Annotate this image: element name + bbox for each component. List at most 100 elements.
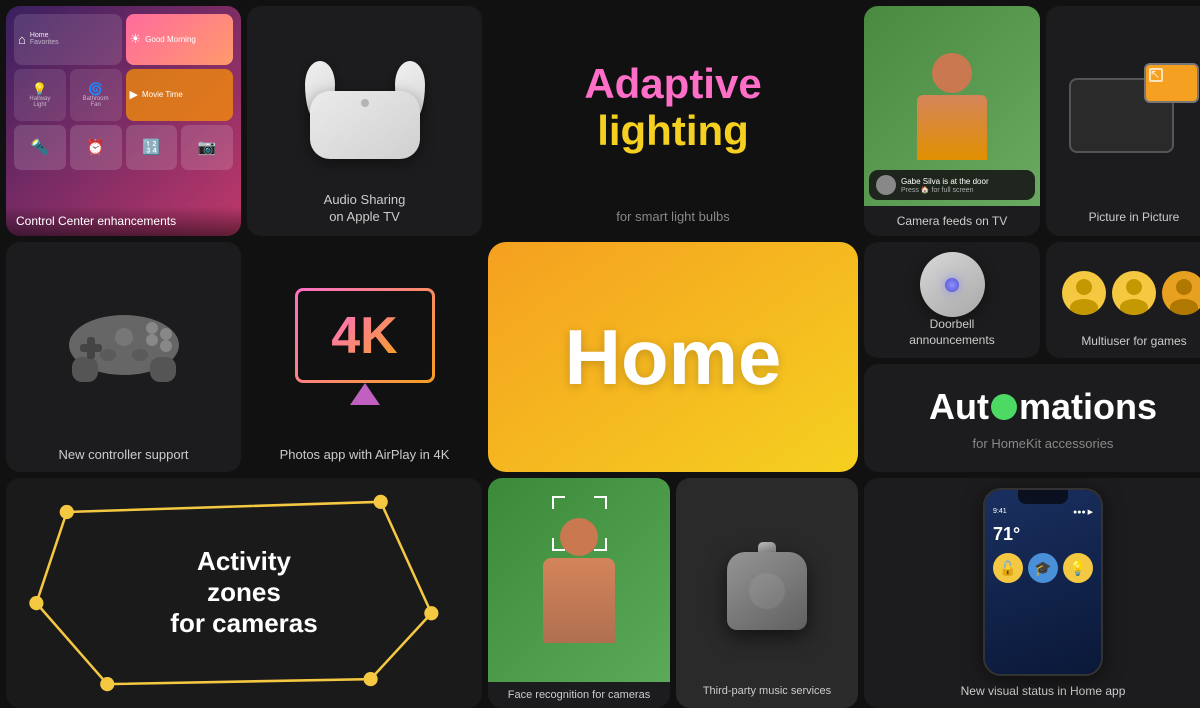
cc-bathroom: 🌀BathroomFan bbox=[70, 69, 122, 122]
pip-label: Picture in Picture bbox=[1089, 210, 1180, 224]
status-bar: 9:41 ●●● ▶ bbox=[993, 508, 1093, 516]
col3-row3: Face recognition for cameras Third-party… bbox=[488, 478, 858, 708]
home-control-icons: 🔓 🎓 💡 bbox=[993, 553, 1093, 583]
activity-svg bbox=[6, 478, 482, 708]
clock-display: 9:41 bbox=[993, 508, 1007, 516]
doorbell-label: Doorbellannouncements bbox=[909, 317, 994, 348]
home-app-visual: 9:41 ●●● ▶ 71° 🔓 🎓 💡 New visual status i… bbox=[874, 488, 1200, 698]
card-music: Third-party music services bbox=[676, 478, 858, 708]
controller-svg bbox=[64, 307, 184, 382]
cc-morning-widget: ☀Good Morning bbox=[126, 14, 234, 65]
person-head bbox=[932, 53, 972, 93]
airpods-container bbox=[285, 49, 445, 159]
card-control-center: ⌂HomeFavorites ☀Good Morning 💡HallwayLig… bbox=[6, 6, 241, 236]
card-automations: Aut mations for HomeKit accessories bbox=[864, 364, 1200, 472]
hp-grill bbox=[749, 573, 785, 609]
card-multiuser: Multiuser for games bbox=[1046, 242, 1200, 358]
home-icon-bell: 🎓 bbox=[1028, 553, 1058, 583]
notif-icon bbox=[876, 175, 896, 195]
c-tl bbox=[552, 496, 565, 509]
av1-head bbox=[1076, 279, 1092, 295]
card-adaptive-lighting: Adaptive lighting for smart light bulbs bbox=[488, 6, 858, 236]
av1-body bbox=[1070, 299, 1098, 315]
controller-label: New controller support bbox=[58, 447, 188, 462]
camera-label: Camera feeds on TV bbox=[864, 206, 1040, 236]
avatar-2 bbox=[1112, 271, 1156, 315]
4k-triangle bbox=[350, 383, 380, 405]
c-br bbox=[594, 538, 607, 551]
right-row-1: Gabe Silva is at the door Press 🏠 for fu… bbox=[864, 6, 1200, 236]
airpods-case bbox=[310, 91, 420, 159]
right-panel: Gabe Silva is at the door Press 🏠 for fu… bbox=[864, 6, 1200, 708]
4k-label: Photos app with AirPlay in 4K bbox=[280, 447, 450, 462]
cc-label: Control Center enhancements bbox=[6, 206, 241, 236]
avatar-1 bbox=[1062, 271, 1106, 315]
card-face-recognition: Face recognition for cameras bbox=[488, 478, 670, 708]
card-photos-4k: 4K Photos app with AirPlay in 4K bbox=[247, 242, 482, 472]
pip-icon: ↖ bbox=[1149, 68, 1163, 82]
c-tr bbox=[594, 496, 607, 509]
card-audio-sharing: Audio Sharingon Apple TV bbox=[247, 6, 482, 236]
card-camera-feeds: Gabe Silva is at the door Press 🏠 for fu… bbox=[864, 6, 1040, 236]
camera-person bbox=[917, 53, 987, 160]
hp-cap bbox=[758, 542, 776, 552]
music-label: Third-party music services bbox=[703, 684, 831, 698]
4k-border-box: 4K bbox=[295, 288, 435, 383]
temp-display: 71° bbox=[993, 524, 1093, 545]
doorbell-light bbox=[945, 278, 959, 292]
doorbell-multi-row: Doorbellannouncements Multiuser for game… bbox=[864, 242, 1200, 358]
notif-main: Gabe Silva is at the door bbox=[901, 177, 989, 186]
case-hinge-dot bbox=[361, 99, 369, 107]
cc-home-widget: ⌂HomeFavorites bbox=[14, 14, 122, 65]
pip-container: ↖ bbox=[1069, 63, 1199, 153]
cc-time: ⏰ bbox=[70, 125, 122, 170]
activity-visual: Activityzonesfor cameras bbox=[6, 478, 482, 708]
music-visual bbox=[727, 488, 807, 684]
hp-body bbox=[727, 552, 807, 630]
cc-movie: ▶Movie Time bbox=[126, 69, 234, 122]
face-label: Face recognition for cameras bbox=[488, 682, 670, 708]
cc-hallway: 💡HallwayLight bbox=[14, 69, 66, 122]
cc-torch: 🔦 bbox=[14, 125, 66, 170]
scan-box bbox=[552, 496, 607, 551]
main-grid-fixed: ⌂HomeFavorites ☀Good Morning 💡HallwayLig… bbox=[0, 0, 1200, 700]
face-scan bbox=[552, 486, 607, 541]
audio-label: Audio Sharingon Apple TV bbox=[324, 192, 406, 226]
multiuser-visual bbox=[1062, 252, 1200, 334]
face-visual bbox=[488, 478, 670, 682]
notif-sub: Press 🏠 for full screen bbox=[901, 186, 989, 194]
home-title: Home bbox=[565, 312, 782, 403]
phone-mockup: 9:41 ●●● ▶ 71° 🔓 🎓 💡 bbox=[983, 488, 1103, 676]
adaptive-line2: lighting bbox=[597, 108, 749, 154]
adaptive-subtitle: for smart light bulbs bbox=[616, 209, 729, 224]
person-body bbox=[917, 95, 987, 160]
home-app-label: New visual status in Home app bbox=[961, 684, 1126, 698]
card-doorbell: Doorbellannouncements bbox=[864, 242, 1040, 358]
auto-pre: Aut bbox=[929, 386, 989, 428]
phone-screen: 9:41 ●●● ▶ 71° 🔓 🎓 💡 bbox=[985, 490, 1101, 674]
4k-text: 4K bbox=[331, 310, 397, 362]
cc-cam: 📷 bbox=[181, 125, 233, 170]
controller-visual bbox=[64, 242, 184, 447]
airpods-visual bbox=[285, 6, 445, 192]
auto-post: mations bbox=[1019, 386, 1157, 428]
homepod-container bbox=[727, 542, 807, 630]
card-pip: ↖ Picture in Picture bbox=[1046, 6, 1200, 236]
home-icon-lock: 🔓 bbox=[993, 553, 1023, 583]
av3-head bbox=[1176, 279, 1192, 295]
auto-green-dot bbox=[991, 394, 1017, 420]
face-body bbox=[543, 558, 615, 643]
camera-notification: Gabe Silva is at the door Press 🏠 for fu… bbox=[869, 170, 1035, 200]
avatar-3 bbox=[1162, 271, 1200, 315]
signal-icons: ●●● ▶ bbox=[1073, 508, 1093, 516]
card-controller: New controller support bbox=[6, 242, 241, 472]
doorbell-visual bbox=[920, 252, 985, 317]
automations-subtitle: for HomeKit accessories bbox=[973, 436, 1114, 451]
av2-body bbox=[1120, 299, 1148, 315]
doorbell-device bbox=[920, 252, 985, 317]
adaptive-line1: Adaptive bbox=[584, 61, 761, 107]
camera-visual: Gabe Silva is at the door Press 🏠 for fu… bbox=[864, 6, 1040, 206]
cc-mockup: ⌂HomeFavorites ☀Good Morning 💡HallwayLig… bbox=[14, 14, 233, 200]
automations-title: Aut mations bbox=[929, 386, 1157, 428]
4k-container: 4K bbox=[295, 288, 435, 383]
